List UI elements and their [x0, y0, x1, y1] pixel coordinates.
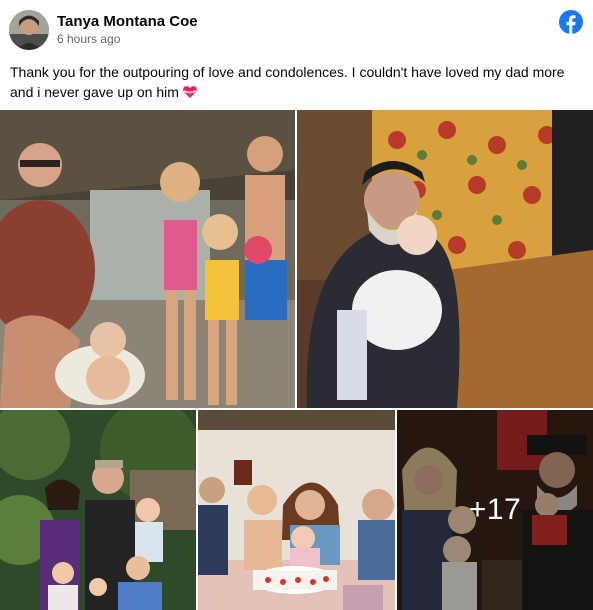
- family-garden-photo[interactable]: [0, 410, 196, 610]
- post-caption: Thank you for the outpouring of love and…: [10, 62, 585, 102]
- more-photos-count: +17: [468, 493, 522, 526]
- caption-text: Thank you for the outpouring of love and…: [10, 64, 565, 100]
- more-photos-overlay[interactable]: +17: [397, 410, 593, 610]
- family-poolside-photo[interactable]: [0, 110, 295, 408]
- father-holding-baby-photo[interactable]: [297, 110, 593, 408]
- author-name[interactable]: Tanya Montana Coe: [57, 13, 198, 30]
- family-group-photo[interactable]: +17: [397, 410, 593, 610]
- heart-with-ribbon-icon: [182, 84, 198, 100]
- facebook-icon[interactable]: [559, 10, 583, 34]
- birthday-cake-photo[interactable]: [198, 410, 395, 610]
- post-timestamp[interactable]: 6 hours ago: [57, 32, 120, 46]
- avatar[interactable]: [9, 10, 49, 50]
- post-header: Tanya Montana Coe 6 hours ago: [0, 0, 593, 56]
